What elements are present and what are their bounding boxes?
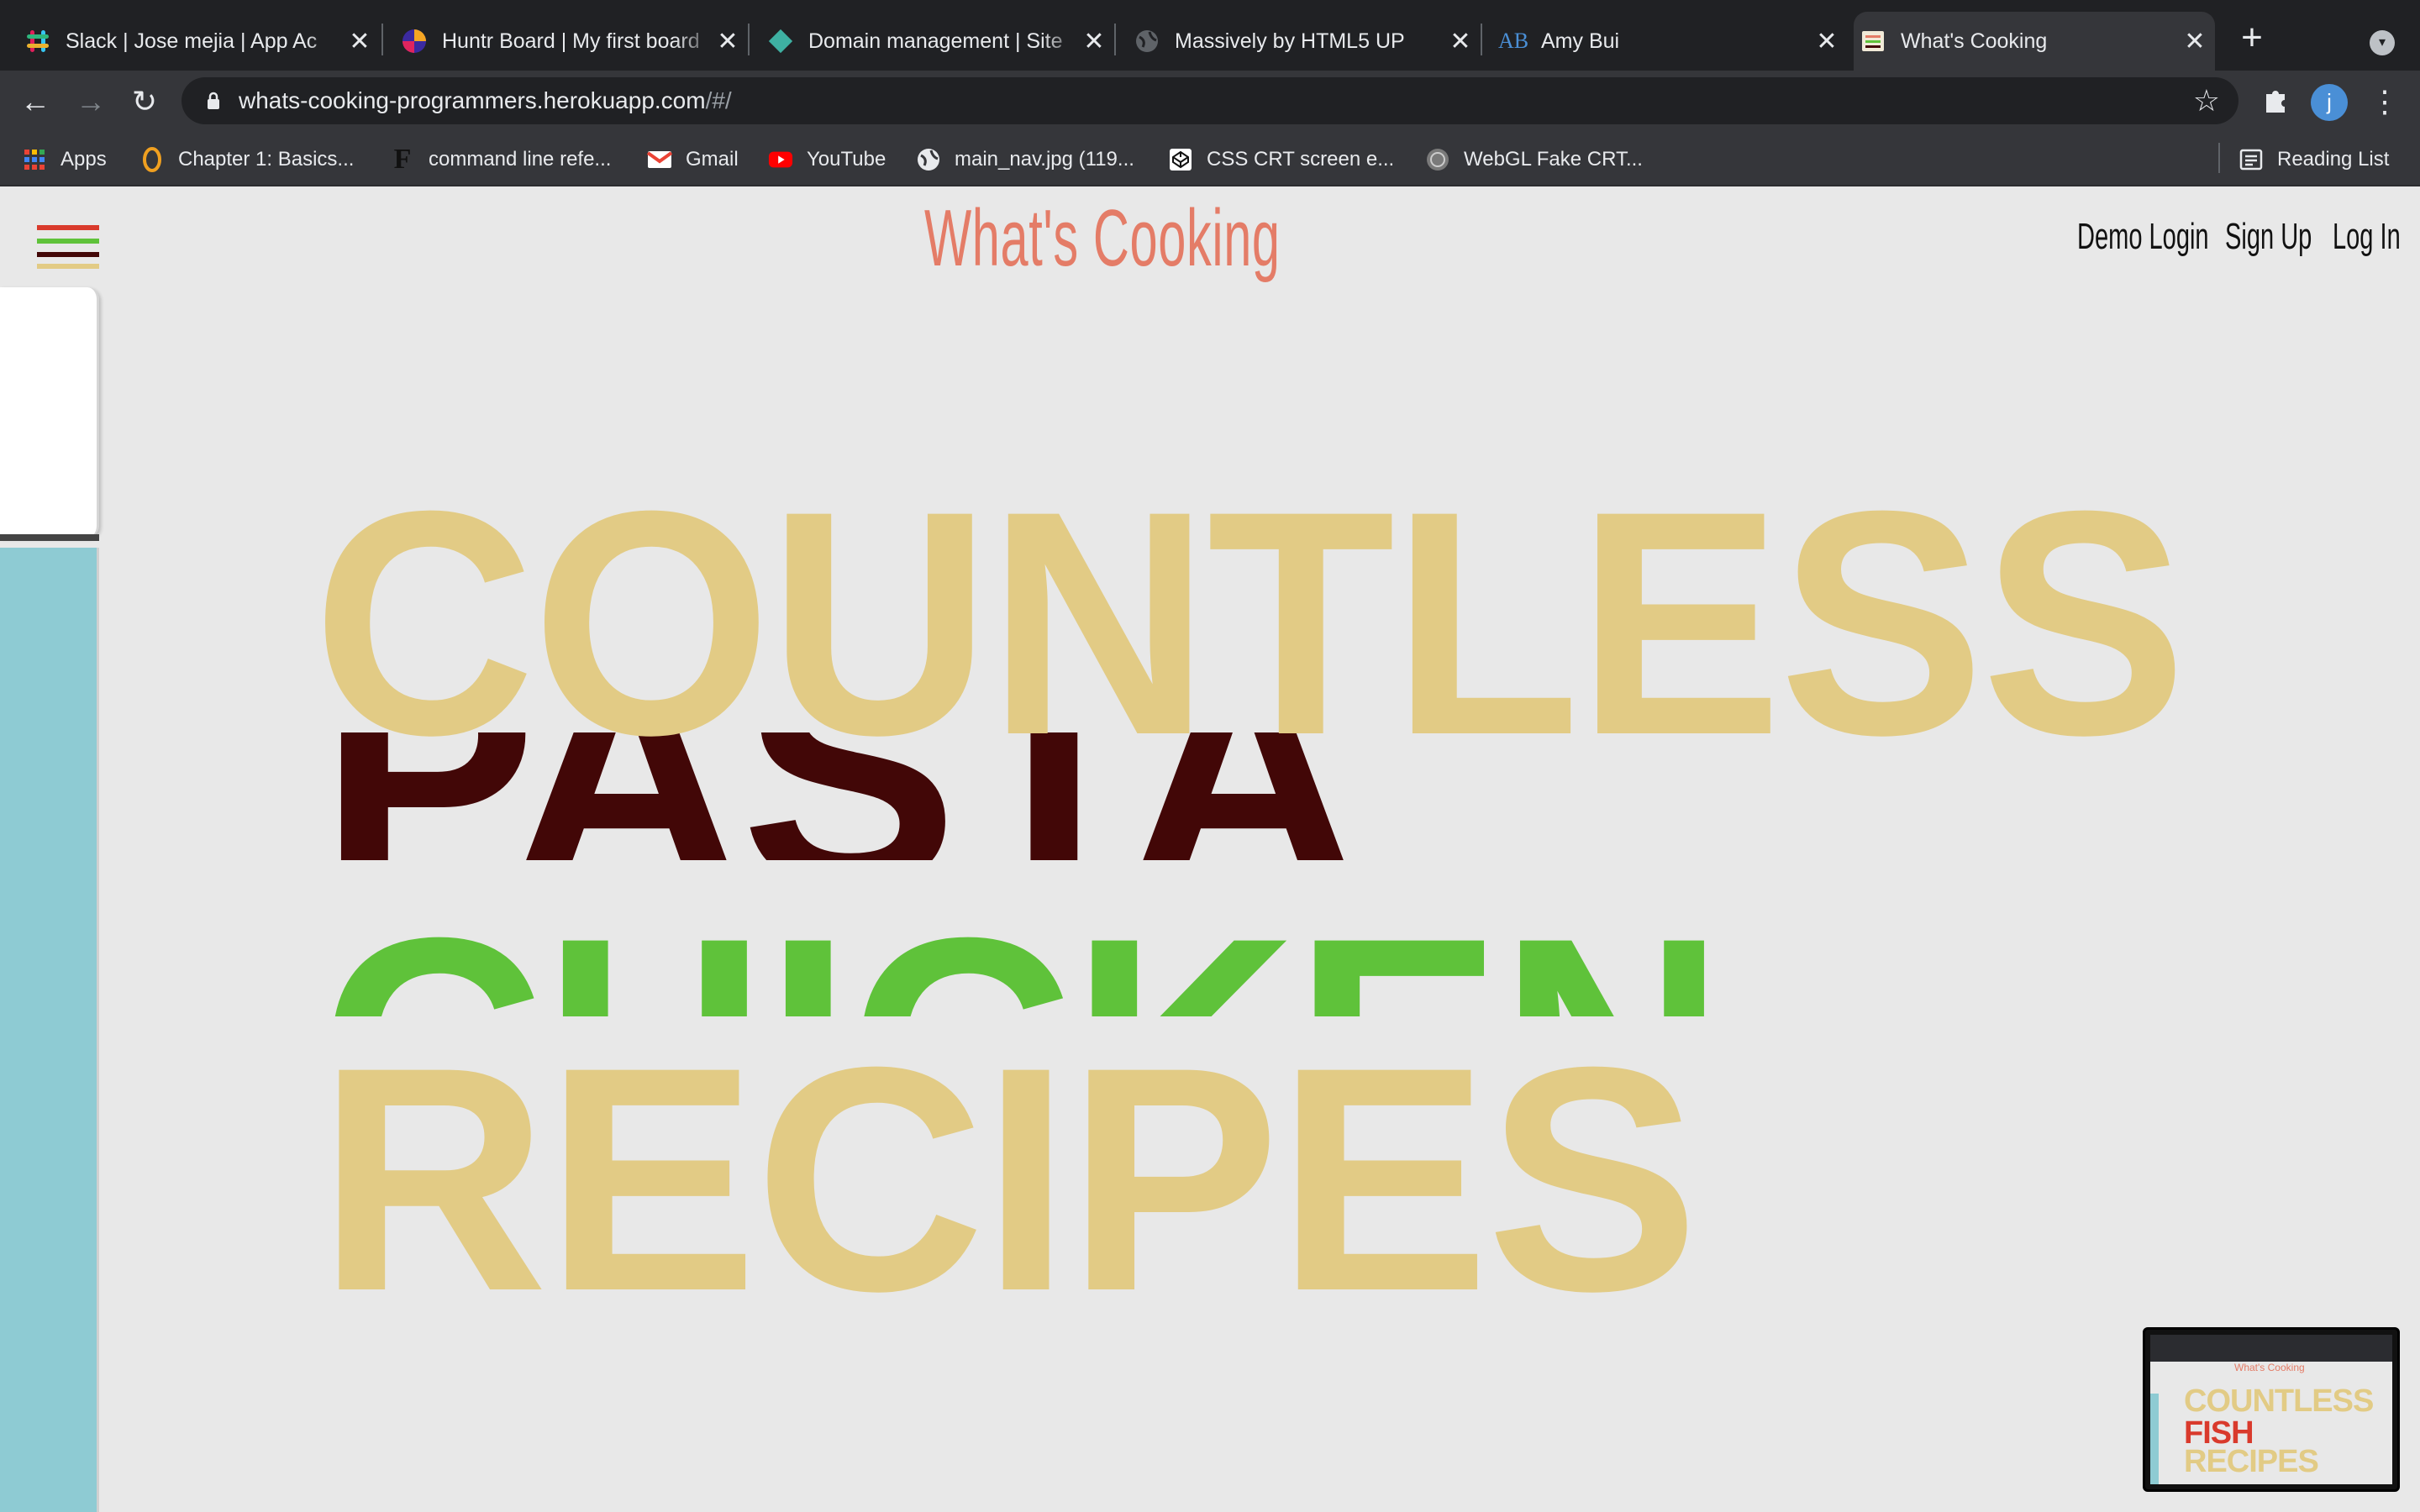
- gmail-icon: [647, 147, 672, 172]
- page-icon: [1860, 29, 1886, 54]
- reading-list-label: Reading List: [2277, 148, 2390, 171]
- bookmark-label: WebGL Fake CRT...: [1464, 148, 1643, 171]
- close-icon[interactable]: ✕: [1082, 28, 1106, 55]
- tab-separator: [1481, 24, 1482, 55]
- tab-slack[interactable]: Slack | Jose mejia | App Ac ✕: [18, 12, 380, 71]
- bookmark-css-crt[interactable]: CSS CRT screen e...: [1168, 143, 1394, 176]
- reading-list-icon: [2238, 147, 2264, 172]
- bookmark-chapter[interactable]: Chapter 1: Basics...: [139, 143, 354, 176]
- close-icon[interactable]: ✕: [348, 28, 371, 55]
- hero-word-countless: COUNTLESS: [313, 444, 2187, 801]
- bookmark-youtube[interactable]: YouTube: [768, 143, 886, 176]
- bookmark-label: command line refe...: [429, 148, 612, 171]
- url-path: /#/: [705, 87, 732, 113]
- tab-huntr[interactable]: Huntr Board | My first board ✕: [395, 12, 748, 71]
- hero-section: PASTA CHICKEN COUNTLESS RECIPES: [0, 186, 2420, 1512]
- close-icon[interactable]: ✕: [716, 28, 739, 55]
- url-text: whats-cooking-programmers.herokuapp.com/…: [239, 87, 732, 114]
- codepen-icon: [1168, 147, 1193, 172]
- huntr-icon: [402, 29, 427, 54]
- bookmarks-separator: [2218, 143, 2220, 173]
- preview-logo: What's Cooking: [2234, 1362, 2305, 1373]
- tab-title: Huntr Board | My first board: [442, 29, 700, 53]
- profile-avatar[interactable]: j: [2311, 84, 2348, 121]
- tab-separator: [381, 24, 383, 55]
- tab-title: Amy Bui: [1541, 29, 1620, 53]
- close-icon[interactable]: ✕: [2183, 28, 2207, 55]
- address-bar[interactable]: whats-cooking-programmers.herokuapp.com/…: [182, 77, 2238, 124]
- bookmark-star-icon[interactable]: ☆: [2193, 84, 2220, 118]
- bookmark-label: CSS CRT screen e...: [1207, 148, 1395, 171]
- browser-toolbar: ← → ↻ whats-cooking-programmers.herokuap…: [0, 71, 2420, 131]
- lock-icon: [202, 89, 225, 113]
- bookmark-gmail[interactable]: Gmail: [647, 143, 739, 176]
- bookmark-label: main_nav.jpg (119...: [955, 148, 1134, 171]
- ab-icon: AB: [1497, 29, 1529, 53]
- extensions-puzzle-icon[interactable]: [2259, 86, 2292, 119]
- reading-list-button[interactable]: Reading List: [2238, 143, 2389, 176]
- browser-tab-bar: Slack | Jose mejia | App Ac ✕ Huntr Boar…: [0, 0, 2420, 71]
- screen-preview-thumbnail[interactable]: What's Cooking COUNTLESS FISH RECIPES: [2143, 1327, 2400, 1492]
- reload-icon[interactable]: ↻: [128, 86, 161, 119]
- browser-menu-icon[interactable]: ⋮: [2370, 82, 2400, 123]
- slack-icon: [25, 29, 50, 54]
- back-icon[interactable]: ←: [18, 86, 52, 119]
- tab-search-icon[interactable]: ▾: [2370, 30, 2395, 55]
- hero-word-recipes: RECIPES: [318, 1000, 1699, 1357]
- new-tab-button[interactable]: +: [2235, 19, 2269, 56]
- bookmark-label: Gmail: [686, 148, 739, 171]
- bookmark-label: YouTube: [807, 148, 886, 171]
- preview-teal-panel: [2150, 1394, 2159, 1484]
- tab-title: Domain management | Site: [808, 29, 1063, 53]
- youtube-icon: [768, 147, 793, 172]
- preview-word-countless: COUNTLESS: [2184, 1383, 2374, 1419]
- tab-title: Slack | Jose mejia | App Ac: [66, 29, 318, 53]
- page-viewport: What's Cooking Demo Login Sign Up Log In…: [0, 186, 2420, 1512]
- forward-icon[interactable]: →: [74, 86, 108, 119]
- bookmark-main-nav[interactable]: main_nav.jpg (119...: [916, 143, 1134, 176]
- f-icon: F: [390, 144, 415, 175]
- bookmark-label: Chapter 1: Basics...: [178, 148, 355, 171]
- bookmark-command-line[interactable]: F command line refe...: [390, 143, 611, 176]
- globe-icon: [1134, 29, 1160, 54]
- chapter-icon: [139, 147, 165, 172]
- tab-title: Massively by HTML5 UP: [1175, 29, 1405, 53]
- preview-screen: What's Cooking COUNTLESS FISH RECIPES: [2150, 1335, 2392, 1484]
- tab-whats-cooking[interactable]: What's Cooking ✕: [1854, 12, 2215, 71]
- tab-separator: [1114, 24, 1116, 55]
- bookmark-apps[interactable]: Apps: [22, 143, 107, 176]
- close-icon[interactable]: ✕: [1815, 28, 1839, 55]
- tab-domain[interactable]: Domain management | Site ✕: [761, 12, 1114, 71]
- globe-icon: [916, 147, 941, 172]
- apps-grid-icon: [22, 147, 47, 172]
- tab-title: What's Cooking: [1901, 29, 2048, 53]
- tab-separator: [748, 24, 750, 55]
- close-icon[interactable]: ✕: [1449, 28, 1472, 55]
- bookmark-label: Apps: [60, 148, 107, 171]
- url-host: whats-cooking-programmers.herokuapp.com: [239, 87, 706, 113]
- netlify-icon: [768, 29, 793, 54]
- bookmarks-bar: Apps Chapter 1: Basics... F command line…: [0, 131, 2420, 186]
- bookmark-webgl-crt[interactable]: WebGL Fake CRT...: [1425, 143, 1643, 176]
- preview-browser-bar: [2150, 1335, 2392, 1362]
- webgl-icon: [1425, 147, 1450, 172]
- preview-word-recipes: RECIPES: [2184, 1444, 2319, 1479]
- tab-amy-bui[interactable]: AB Amy Bui ✕: [1494, 12, 1847, 71]
- tab-massively[interactable]: Massively by HTML5 UP ✕: [1128, 12, 1481, 71]
